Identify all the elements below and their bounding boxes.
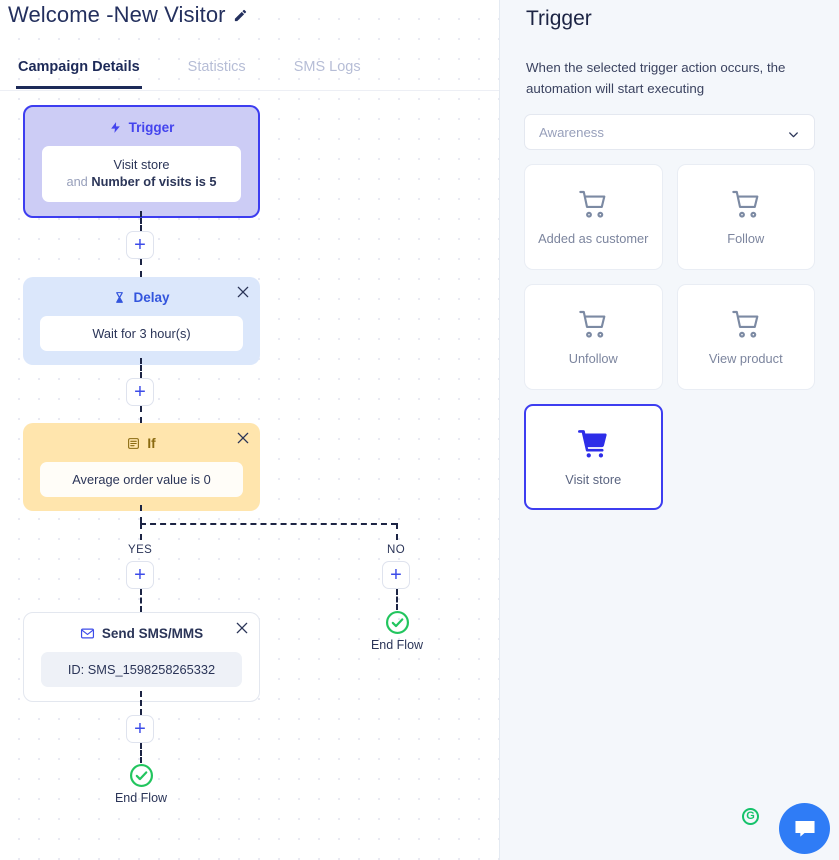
trigger-condition-line1: Visit store bbox=[113, 157, 170, 172]
node-if-header: If bbox=[40, 433, 243, 453]
trigger-card-label: View product bbox=[708, 351, 783, 367]
node-if[interactable]: If Average order value is 0 bbox=[23, 423, 260, 512]
branch-label-yes: YES bbox=[128, 544, 153, 556]
trigger-card-follow[interactable]: Follow bbox=[676, 164, 815, 271]
trigger-card-visit-store[interactable]: Visit store bbox=[524, 404, 663, 511]
connector-trigger-to-add1 bbox=[140, 211, 142, 231]
connector-delay-to-add2 bbox=[140, 358, 142, 378]
tab-bar[interactable]: Campaign Details Statistics SMS Logs bbox=[0, 54, 499, 92]
connector-sms-to-add3 bbox=[140, 691, 142, 715]
add-step-button-3[interactable]: + bbox=[126, 715, 154, 743]
branch-label-no: NO bbox=[387, 544, 406, 556]
connector-add3-to-end bbox=[140, 743, 142, 763]
add-step-button-yes[interactable]: + bbox=[126, 561, 154, 589]
trigger-condition-text: Number of visits is 5 bbox=[91, 174, 217, 190]
envelope-icon bbox=[80, 626, 95, 641]
end-flow-yes-label: End Flow bbox=[114, 791, 168, 805]
node-sms-close-icon[interactable] bbox=[234, 620, 250, 636]
connector-branch-horizontal bbox=[140, 523, 397, 525]
lightning-bolt-icon bbox=[109, 121, 122, 134]
trigger-card-label: Follow bbox=[727, 231, 765, 247]
connector-no-to-end bbox=[396, 589, 398, 610]
node-trigger-title: Trigger bbox=[128, 119, 175, 135]
tab-divider bbox=[0, 90, 499, 91]
node-send-sms[interactable]: Send SMS/MMS ID: SMS_1598258265332 bbox=[23, 612, 260, 703]
node-delay-close-icon[interactable] bbox=[235, 284, 251, 300]
node-delay-title: Delay bbox=[133, 289, 170, 305]
pencil-icon[interactable] bbox=[233, 8, 248, 23]
add-step-button-2[interactable]: + bbox=[126, 378, 154, 406]
trigger-condition-line2: and Number of visits is 5 bbox=[52, 173, 231, 190]
chevron-down-icon bbox=[786, 127, 801, 142]
cart-icon bbox=[577, 188, 609, 220]
node-trigger-body: Visit store and Number of visits is 5 bbox=[42, 146, 241, 202]
connector-branch-no-down bbox=[396, 523, 398, 540]
check-circle-icon-no bbox=[357, 610, 437, 635]
connector-yes-to-sms bbox=[140, 589, 142, 612]
node-sms-header: Send SMS/MMS bbox=[41, 623, 242, 643]
node-trigger-header: Trigger bbox=[42, 117, 241, 137]
trigger-action-grid: Added as customer Follow Unfollow View p… bbox=[524, 164, 815, 511]
page-title-text: Welcome -New Visitor bbox=[8, 2, 226, 27]
trigger-card-label: Unfollow bbox=[568, 351, 618, 367]
chat-bubble-icon[interactable] bbox=[779, 803, 830, 854]
add-step-button-no[interactable]: + bbox=[382, 561, 410, 589]
end-flow-yes: End Flow bbox=[101, 763, 181, 805]
node-delay[interactable]: Delay Wait for 3 hour(s) bbox=[23, 277, 260, 366]
end-flow-no-label: End Flow bbox=[370, 638, 424, 652]
trigger-settings-panel: Trigger When the selected trigger action… bbox=[499, 0, 839, 860]
add-step-button-1[interactable]: + bbox=[126, 231, 154, 259]
node-sms-title: Send SMS/MMS bbox=[101, 625, 204, 641]
trigger-card-unfollow[interactable]: Unfollow bbox=[524, 284, 663, 391]
connector-branch-yes-down bbox=[140, 523, 142, 540]
node-sms-body: ID: SMS_1598258265332 bbox=[41, 652, 242, 688]
tab-sms-logs[interactable]: SMS Logs bbox=[292, 54, 363, 89]
trigger-card-label: Visit store bbox=[565, 472, 622, 488]
node-delay-header: Delay bbox=[40, 287, 243, 307]
trigger-condition-and: and bbox=[66, 174, 92, 190]
connector-add1-to-delay bbox=[140, 259, 142, 277]
node-delay-body: Wait for 3 hour(s) bbox=[40, 316, 243, 352]
trigger-category-select[interactable]: Awareness bbox=[524, 114, 815, 151]
panel-description: When the selected trigger action occurs,… bbox=[526, 60, 786, 96]
tab-campaign-details[interactable]: Campaign Details bbox=[16, 54, 142, 89]
grammarly-icon[interactable]: G bbox=[742, 808, 759, 825]
connector-if-down bbox=[140, 505, 142, 523]
automation-builder: Welcome -New Visitor Campaign Details St… bbox=[0, 0, 839, 860]
node-trigger[interactable]: Trigger Visit store and Number of visits… bbox=[23, 105, 260, 218]
list-icon bbox=[127, 437, 140, 450]
node-if-body: Average order value is 0 bbox=[40, 462, 243, 498]
cart-icon bbox=[576, 427, 610, 461]
end-flow-no: End Flow bbox=[357, 610, 437, 652]
trigger-card-view-product[interactable]: View product bbox=[676, 284, 815, 391]
trigger-category-value: Awareness bbox=[539, 124, 604, 140]
panel-title: Trigger bbox=[526, 7, 592, 30]
page-title: Welcome -New Visitor bbox=[8, 2, 248, 28]
flow-canvas[interactable]: Welcome -New Visitor Campaign Details St… bbox=[0, 0, 499, 860]
hourglass-icon bbox=[113, 291, 126, 304]
tab-statistics[interactable]: Statistics bbox=[186, 54, 248, 89]
trigger-card-added-as-customer[interactable]: Added as customer bbox=[524, 164, 663, 271]
node-if-close-icon[interactable] bbox=[235, 430, 251, 446]
node-if-title: If bbox=[147, 435, 156, 451]
check-circle-icon-yes bbox=[101, 763, 181, 788]
connector-add2-to-if bbox=[140, 406, 142, 423]
trigger-card-label: Added as customer bbox=[538, 231, 649, 247]
cart-icon bbox=[730, 188, 762, 220]
cart-icon bbox=[730, 308, 762, 340]
cart-icon bbox=[577, 308, 609, 340]
